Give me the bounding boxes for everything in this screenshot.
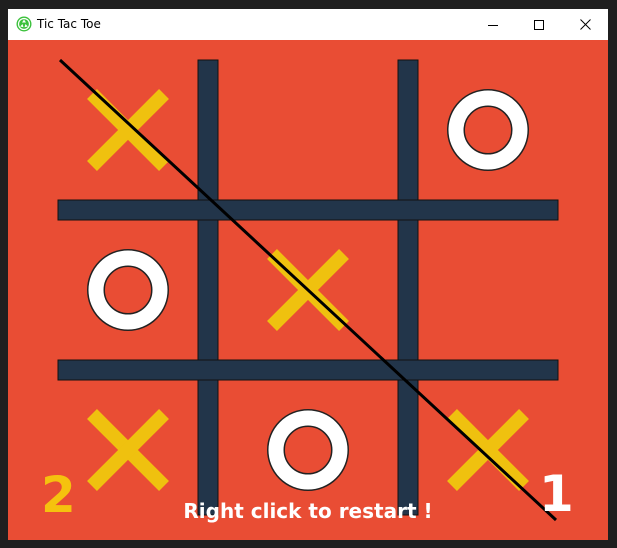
o-mark — [88, 250, 168, 330]
close-button[interactable] — [562, 9, 608, 40]
title-bar[interactable]: Tic Tac Toe — [8, 9, 608, 40]
maximize-button[interactable] — [516, 9, 562, 40]
close-icon — [579, 19, 591, 30]
o-mark — [268, 410, 348, 490]
grid-line-horizontal-2 — [57, 359, 559, 381]
board[interactable] — [8, 40, 608, 540]
restart-hint: Right click to restart ! — [183, 499, 433, 523]
recycle-icon — [16, 16, 32, 32]
grid-line-horizontal-1 — [57, 199, 559, 221]
x-mark — [87, 409, 169, 491]
x-mark — [447, 409, 529, 491]
window-title: Tic Tac Toe — [37, 17, 101, 31]
minimize-button[interactable] — [470, 9, 516, 40]
x-mark — [87, 89, 169, 171]
grid-line-vertical-1 — [197, 59, 219, 516]
o-mark — [448, 90, 528, 170]
maximize-icon — [534, 19, 544, 30]
minimize-icon — [488, 24, 498, 26]
grid-line-vertical-2 — [397, 59, 419, 516]
game-window: Tic Tac Toe 2 1 Right click to restart ! — [0, 0, 617, 548]
game-canvas[interactable]: 2 1 Right click to restart ! — [8, 40, 608, 540]
